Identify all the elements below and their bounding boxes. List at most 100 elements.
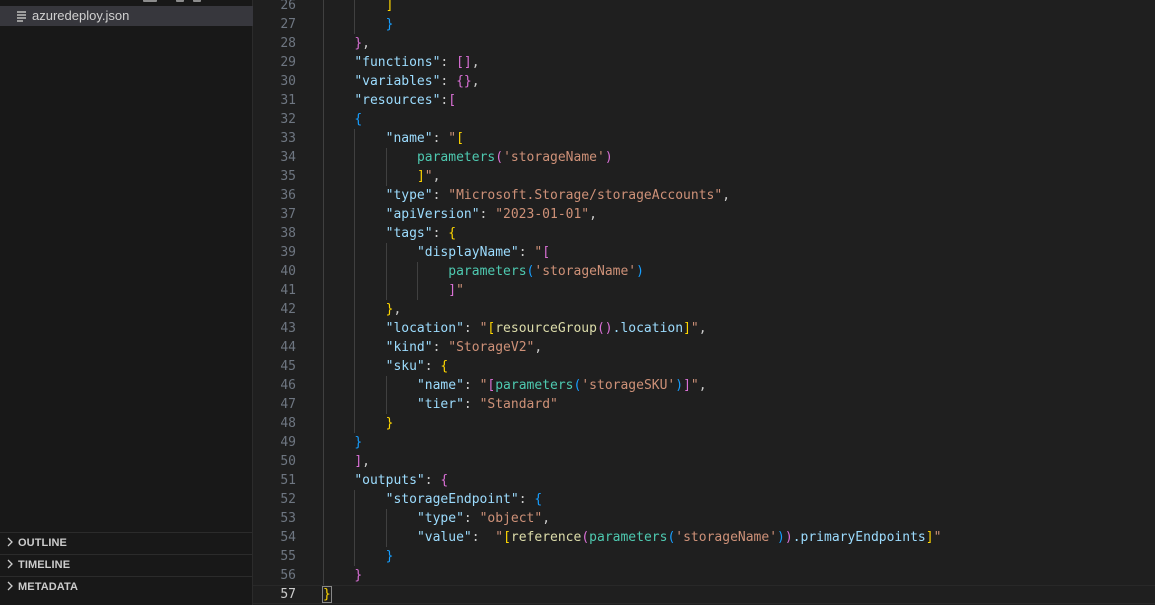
code-line[interactable]: 51 "outputs": { [253, 471, 1155, 490]
code-line[interactable]: 33 "name": "[ [253, 129, 1155, 148]
token: reference [510, 530, 582, 545]
indent-guide [323, 509, 324, 528]
code-text: } [354, 433, 362, 452]
code-editor[interactable]: 26] 27} 28}, 29 "functions": [], 30 "variables… [253, 0, 1155, 605]
code-line[interactable]: 32 { [253, 110, 1155, 129]
code-line[interactable]: 34 parameters('storageName') [253, 148, 1155, 167]
code-line[interactable]: 57} [253, 585, 1155, 604]
token: : [440, 74, 457, 89]
code-line[interactable]: 53 "type": "object", [253, 509, 1155, 528]
token: "displayName" [416, 245, 519, 260]
indent-guide [385, 509, 387, 528]
code-text: ]", [417, 167, 440, 186]
token: "value" [416, 530, 472, 545]
indent-guide [354, 509, 356, 528]
token: ) [636, 264, 644, 279]
indent-guide [354, 281, 356, 300]
code-text: }, [386, 300, 402, 319]
indent-guide [385, 528, 387, 547]
code-text: } [386, 414, 394, 433]
line-number: 42 [280, 302, 296, 317]
token: 'storageSKU' [581, 378, 676, 393]
code-text: "apiVersion": "2023-01-01", [386, 205, 597, 224]
token: : [424, 359, 441, 374]
code-line[interactable]: 45 "sku": { [253, 357, 1155, 376]
code-line[interactable]: 44 "kind": "StorageV2", [253, 338, 1155, 357]
code-line[interactable]: 55} [253, 547, 1155, 566]
token: "name" [385, 131, 433, 146]
code-line[interactable]: 50], [253, 452, 1155, 471]
indent-guide [323, 34, 324, 53]
code-line[interactable]: 37 "apiVersion": "2023-01-01", [253, 205, 1155, 224]
code-line[interactable]: 26] [253, 0, 1155, 15]
indent-guide [323, 110, 324, 129]
code-text: "kind": "StorageV2", [386, 338, 543, 357]
token: ] [448, 283, 457, 298]
token: "StorageV2" [448, 340, 535, 355]
code-line[interactable]: 30 "variables": {}, [253, 72, 1155, 91]
file-lines-icon [17, 11, 26, 22]
code-line[interactable]: 48} [253, 414, 1155, 433]
chevron-right-icon [7, 559, 13, 569]
timeline-panel-header[interactable]: TIMELINE [0, 554, 253, 575]
token: " [424, 169, 433, 184]
line-number: 45 [280, 359, 296, 374]
code-line[interactable]: 56} [253, 566, 1155, 585]
indent-guide [323, 205, 324, 224]
indent-guide [323, 319, 324, 338]
indent-guide [323, 0, 324, 15]
code-text: "name": "[parameters('storageSKU')]", [417, 376, 707, 395]
code-line[interactable]: 27} [253, 15, 1155, 34]
line-number: 38 [280, 226, 296, 241]
code-line[interactable]: 35 ]", [253, 167, 1155, 186]
code-line[interactable]: 47 "tier": "Standard" [253, 395, 1155, 414]
code-line[interactable]: 39 "displayName": "[ [253, 243, 1155, 262]
code-line[interactable]: 42}, [253, 300, 1155, 319]
code-line[interactable]: 38 "tags": { [253, 224, 1155, 243]
outline-panel-header[interactable]: OUTLINE [0, 532, 253, 553]
code-line[interactable]: 28}, [253, 34, 1155, 53]
indent-guide [385, 262, 387, 281]
token: } [354, 568, 363, 583]
indent-guide [416, 281, 418, 300]
token: " [534, 245, 543, 260]
code-line[interactable]: 29 "functions": [], [253, 53, 1155, 72]
token: " [495, 530, 504, 545]
token: ] [354, 454, 363, 469]
indent-guide [354, 15, 356, 34]
token: , [393, 302, 402, 317]
code-line[interactable]: 46 "name": "[parameters('storageSKU')]", [253, 376, 1155, 395]
code-line[interactable]: 31 "resources":[ [253, 91, 1155, 110]
indent-guide [323, 452, 324, 471]
code-line[interactable]: 41]" [253, 281, 1155, 300]
indent-guide [323, 281, 324, 300]
code-text: "resources":[ [354, 91, 456, 110]
code-line[interactable]: 40 parameters('storageName') [253, 262, 1155, 281]
code-line[interactable]: 36 "type": "Microsoft.Storage/storageAcco… [253, 186, 1155, 205]
line-number: 51 [280, 473, 296, 488]
chevron-right-icon [7, 581, 13, 591]
token: "2023-01-01" [495, 207, 590, 222]
token: : [440, 55, 457, 70]
indent-guide [354, 243, 356, 262]
file-item-azuredeploy[interactable]: azuredeploy.json [0, 6, 253, 26]
token: , [362, 36, 370, 51]
line-number: 50 [280, 454, 296, 469]
code-line[interactable]: 49} [253, 433, 1155, 452]
indent-guide [354, 205, 356, 224]
line-number: 31 [280, 93, 296, 108]
code-line[interactable]: 43 "location": "[resourceGroup().location… [253, 319, 1155, 338]
token: : [471, 530, 496, 545]
line-number: 26 [280, 0, 296, 13]
metadata-panel-header[interactable]: METADATA [0, 576, 253, 597]
indent-guide [416, 262, 418, 281]
token: , [698, 321, 707, 336]
code-text: } [386, 547, 394, 566]
line-number: 39 [280, 245, 296, 260]
line-number: 35 [280, 169, 296, 184]
token: : [432, 131, 449, 146]
code-line[interactable]: 54 "value": "[reference(parameters('stora… [253, 528, 1155, 547]
indent-guide [323, 357, 324, 376]
code-line[interactable]: 52 "storageEndpoint": { [253, 490, 1155, 509]
indent-guide [354, 262, 356, 281]
